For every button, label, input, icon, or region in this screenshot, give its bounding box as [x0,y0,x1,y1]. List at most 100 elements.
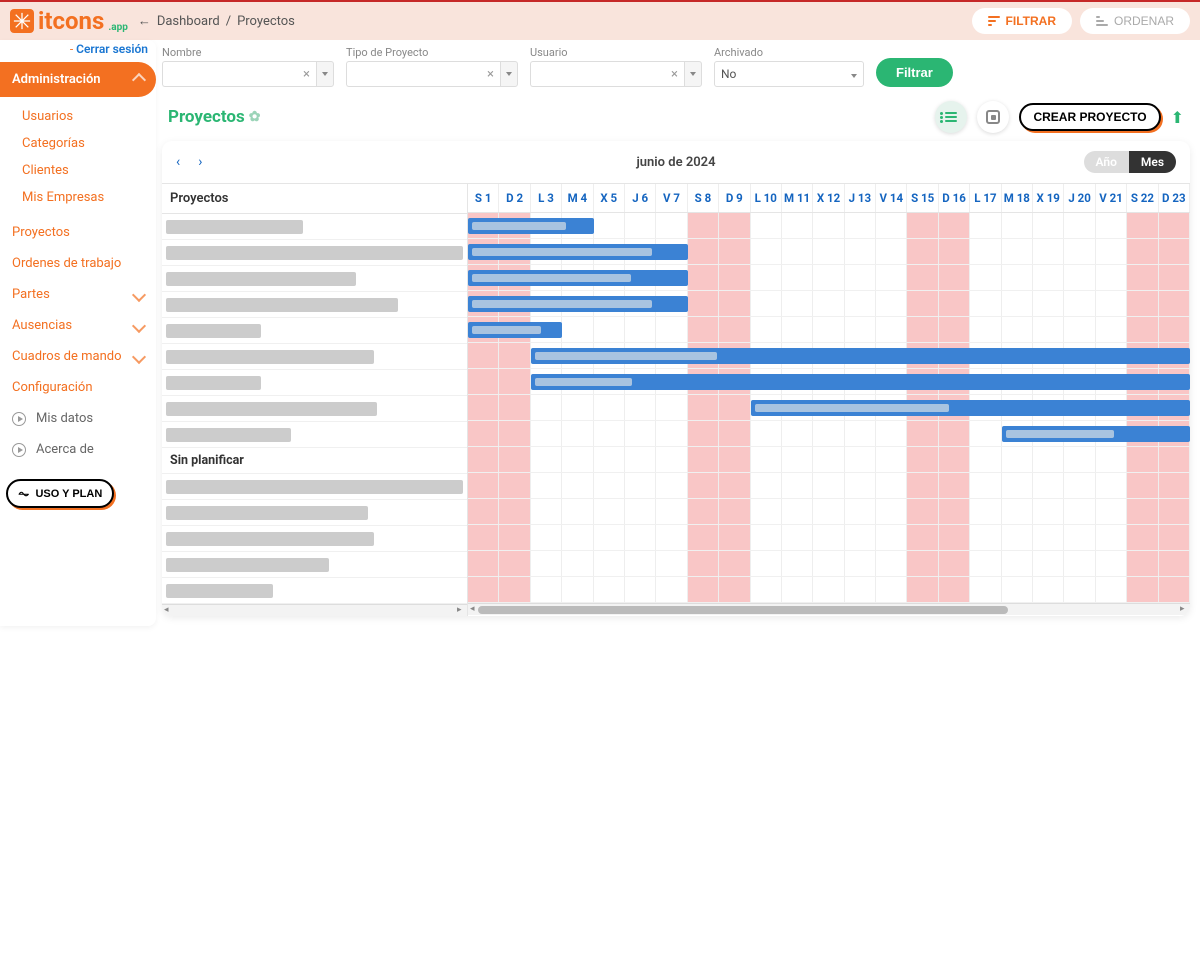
gantt-project-row[interactable] [162,370,467,396]
nav-item[interactable]: Configuración [0,372,156,403]
gantt-grid-cell [876,265,907,290]
nav-item[interactable]: Ausencias [0,310,156,341]
gantt-grid-cell [813,317,844,342]
gantt-day-header: M 4 [562,184,593,212]
gantt-project-row[interactable] [162,396,467,422]
back-arrow-icon[interactable]: ← [138,13,151,29]
gantt-bar[interactable] [468,218,594,234]
gantt-grid-cell [1033,577,1064,602]
gantt-bar[interactable] [468,244,688,260]
header-sort-button[interactable]: ORDENAR [1080,8,1190,34]
gantt-unplanned-row[interactable] [162,552,467,578]
nav-admin-subitem[interactable]: Clientes [22,157,156,184]
gantt-project-row[interactable] [162,422,467,448]
gear-icon[interactable]: ✿ [249,109,261,125]
gantt-grid-cell [1127,317,1158,342]
gantt-bar[interactable] [468,296,688,312]
gantt-grid-cell [594,421,625,446]
clear-icon[interactable]: × [671,67,678,82]
gantt-grid-cell [813,265,844,290]
gantt-bar[interactable] [531,348,1190,364]
gantt-grid-cell [719,291,750,316]
gantt-grid-cell [876,447,907,472]
filter-usuario-input[interactable]: × [530,61,684,87]
nav-item[interactable]: Proyectos [0,217,156,248]
gantt-project-row[interactable] [162,344,467,370]
gantt-project-row[interactable] [162,214,467,240]
gantt-bar[interactable] [468,322,562,338]
gantt-bar[interactable] [531,374,1190,390]
gantt-grid-cell [531,577,562,602]
nav-item[interactable]: Partes [0,279,156,310]
filter-archivado-label: Archivado [714,46,864,59]
gantt-grid-cell [562,551,593,576]
logout-link[interactable]: Cerrar sesión [76,42,148,56]
breadcrumb-dashboard[interactable]: Dashboard [157,14,220,29]
gantt-project-row[interactable] [162,292,467,318]
gantt-grid-cell [970,473,1001,498]
gantt-unplanned-row[interactable] [162,500,467,526]
gantt-bar[interactable] [1002,426,1190,442]
gantt-day-header: J 6 [625,184,656,212]
gantt-day-header: J 20 [1064,184,1095,212]
calendar-view-button[interactable] [977,101,1009,133]
gantt-grid-cell [1096,473,1127,498]
gantt-grid-cell [845,525,876,550]
breadcrumb-current[interactable]: Proyectos [237,14,295,29]
gantt-grid-cell [1159,551,1190,576]
clear-icon[interactable]: × [487,67,494,82]
clear-icon[interactable]: × [303,67,310,82]
nav-admin-subitem[interactable]: Mis Empresas [22,184,156,211]
nav-item[interactable]: Cuadros de mando [0,341,156,372]
gantt-left-scrollbar[interactable]: ◂▸ [162,604,467,616]
gantt-grid-cell [468,447,499,472]
gantt-grid-cell [907,265,938,290]
filter-archivado-select[interactable]: No [714,61,864,87]
filter-submit-button[interactable]: Filtrar [876,58,953,87]
gantt-bar-label-placeholder [535,378,633,386]
header-filter-button[interactable]: FILTRAR [972,8,1072,34]
list-view-button[interactable] [935,101,967,133]
create-project-button[interactable]: CREAR PROYECTO [1019,103,1160,131]
uso-plan-button[interactable]: ⏦ USO Y PLAN [6,479,114,508]
view-year-button[interactable]: Año [1084,151,1129,173]
nav-footer-item[interactable]: Acerca de [0,434,156,465]
gantt-grid-cell [1127,291,1158,316]
gantt-project-row[interactable] [162,318,467,344]
gantt-grid-cell [1159,291,1190,316]
upload-icon[interactable]: ⬆ [1171,108,1184,127]
gantt-grid-cell [719,525,750,550]
gantt-bar[interactable] [751,400,1190,416]
dropdown-icon[interactable] [316,61,334,87]
project-name-placeholder [166,324,261,338]
nav-admin-subitem[interactable]: Usuarios [22,103,156,130]
gantt-project-row[interactable] [162,266,467,292]
nav-admin-subitem[interactable]: Categorías [22,130,156,157]
gantt-unplanned-row[interactable] [162,526,467,552]
nav-footer-item[interactable]: Mis datos [0,403,156,434]
nav-item[interactable]: Ordenes de trabajo [0,248,156,279]
gantt-grid-cell [876,317,907,342]
gantt-grid-cell [782,577,813,602]
gantt-next-button[interactable]: › [198,154,202,170]
gantt-grid-cell [1064,499,1095,524]
filter-tipo-input[interactable]: × [346,61,500,87]
gantt-grid-cell [939,213,970,238]
gantt-grid-cell [1159,473,1190,498]
gantt-bar[interactable] [468,270,688,286]
gantt-right-scrollbar[interactable]: ◂▸ [468,603,1190,615]
gantt-grid-cell [907,447,938,472]
dropdown-icon[interactable] [684,61,702,87]
gantt-grid-cell [468,421,499,446]
gantt-grid-cell [876,421,907,446]
gantt-unplanned-row[interactable] [162,474,467,500]
gantt-unplanned-row[interactable] [162,578,467,604]
gantt-grid-cell [939,239,970,264]
filter-nombre-input[interactable]: × [162,61,316,87]
gantt-grid-cell [625,213,656,238]
view-month-button[interactable]: Mes [1129,151,1176,173]
gantt-prev-button[interactable]: ‹ [176,154,180,170]
dropdown-icon[interactable] [500,61,518,87]
gantt-project-row[interactable] [162,240,467,266]
nav-admin[interactable]: Administración [0,62,156,97]
